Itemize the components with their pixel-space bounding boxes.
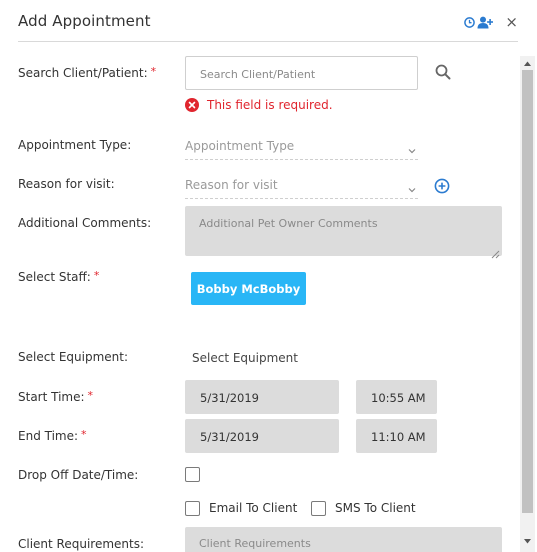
end-time-value: 11:10 AM xyxy=(371,430,426,444)
scrollbar[interactable] xyxy=(520,56,535,552)
search-error-message: This field is required. xyxy=(185,98,333,112)
start-time-label: Start Time: * xyxy=(18,389,94,404)
start-date-value: 5/31/2019 xyxy=(200,391,259,405)
dialog-header: Add Appointment × xyxy=(18,0,518,42)
drop-off-label: Drop Off Date/Time: xyxy=(18,468,139,482)
required-mark: * xyxy=(81,428,87,441)
header-actions: × xyxy=(464,14,518,30)
end-date-value: 5/31/2019 xyxy=(200,430,259,444)
search-client-label: Search Client/Patient: * xyxy=(18,65,157,80)
select-equipment-label: Select Equipment: xyxy=(18,350,129,364)
sms-to-client-label: SMS To Client xyxy=(335,501,416,515)
search-client-placeholder: Search Client/Patient xyxy=(200,68,316,81)
start-date-field[interactable]: 5/31/2019 xyxy=(185,380,339,414)
sms-to-client-checkbox[interactable] xyxy=(311,501,326,516)
appointment-type-label: Appointment Type: xyxy=(18,138,132,152)
start-time-label-text: Start Time: xyxy=(18,390,85,404)
appointment-type-select[interactable]: Appointment Type xyxy=(185,134,418,160)
comments-label: Additional Comments: xyxy=(18,216,152,230)
error-text: This field is required. xyxy=(207,98,333,112)
add-reason-icon[interactable] xyxy=(434,178,450,194)
reason-value: Reason for visit xyxy=(185,178,278,192)
clock-icon[interactable] xyxy=(464,16,476,28)
add-appointment-dialog: Add Appointment × Search Client/Patient:… xyxy=(0,0,537,552)
client-requirements-placeholder: Client Requirements xyxy=(199,537,311,550)
scroll-up-icon[interactable] xyxy=(520,56,535,70)
end-date-field[interactable]: 5/31/2019 xyxy=(185,419,339,453)
client-requirements-textarea[interactable]: Client Requirements xyxy=(185,527,502,552)
reason-select[interactable]: Reason for visit xyxy=(185,173,418,199)
select-staff-label-text: Select Staff: xyxy=(18,270,91,284)
email-to-client-label: Email To Client xyxy=(209,501,298,515)
required-mark: * xyxy=(87,389,94,402)
end-time-field[interactable]: 11:10 AM xyxy=(356,419,437,453)
comments-textarea[interactable]: Additional Pet Owner Comments xyxy=(185,206,502,259)
scroll-down-icon[interactable] xyxy=(520,534,535,548)
search-client-label-text: Search Client/Patient: xyxy=(18,66,148,80)
reason-label: Reason for visit: xyxy=(18,177,115,191)
search-client-input[interactable]: Search Client/Patient xyxy=(185,56,418,90)
close-icon[interactable]: × xyxy=(505,15,518,30)
chevron-down-icon xyxy=(408,139,416,158)
end-time-label-text: End Time: xyxy=(18,429,79,443)
select-equipment-dropdown[interactable]: Select Equipment xyxy=(192,351,298,365)
error-icon xyxy=(185,98,199,112)
start-time-field[interactable]: 10:55 AM xyxy=(356,380,437,414)
client-requirements-label: Client Requirements: xyxy=(18,537,145,551)
end-time-label: End Time: * xyxy=(18,428,87,443)
resize-grip-icon[interactable] xyxy=(490,244,500,259)
comments-placeholder: Additional Pet Owner Comments xyxy=(199,217,378,230)
scrollbar-thumb[interactable] xyxy=(522,70,533,513)
dialog-title: Add Appointment xyxy=(18,12,151,30)
email-to-client-checkbox[interactable] xyxy=(185,501,200,516)
staff-bobby-mcbobby-button[interactable]: Bobby McBobby xyxy=(191,272,306,305)
required-mark: * xyxy=(150,65,157,78)
search-icon[interactable] xyxy=(434,63,452,81)
required-mark: * xyxy=(93,269,100,282)
drop-off-checkbox[interactable] xyxy=(185,467,200,482)
appointment-type-value: Appointment Type xyxy=(185,139,295,153)
chevron-down-icon xyxy=(408,178,416,197)
add-user-icon[interactable] xyxy=(477,16,494,29)
start-time-value: 10:55 AM xyxy=(371,391,426,405)
select-staff-label: Select Staff: * xyxy=(18,269,100,284)
